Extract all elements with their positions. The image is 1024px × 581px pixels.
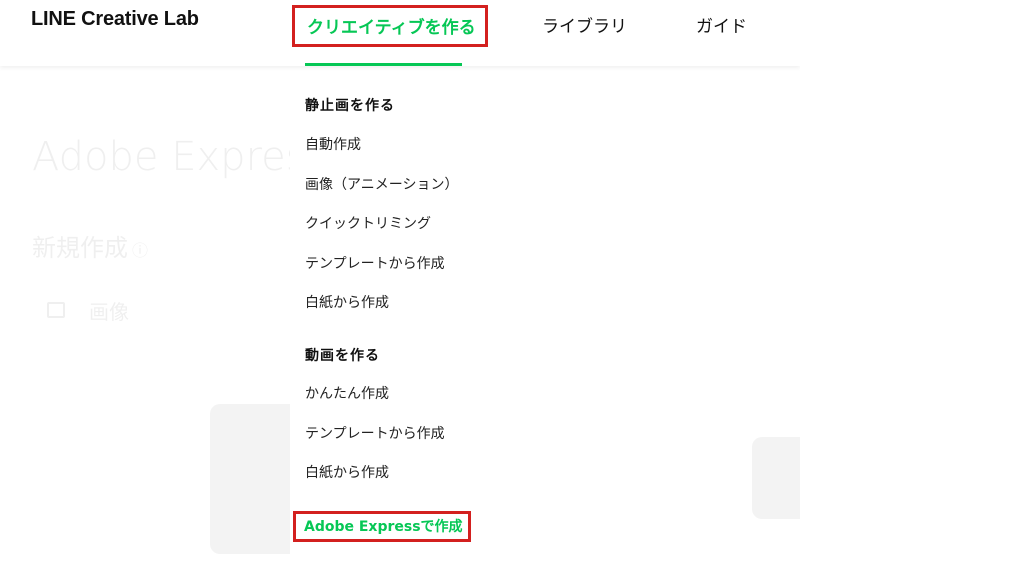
- menu-item-video-from-blank[interactable]: 白紙から作成: [305, 462, 389, 482]
- new-creation-heading: 新規作成 ⓘ: [32, 228, 148, 263]
- menu-item-auto-create[interactable]: 自動作成: [305, 134, 361, 154]
- nav-create-creative[interactable]: クリエイティブを作る: [292, 5, 488, 47]
- menu-item-from-blank[interactable]: 白紙から作成: [305, 292, 389, 312]
- page: LINE Creative Lab クリエイティブを作る ライブラリ ガイド A…: [0, 0, 800, 581]
- template-card[interactable]: [752, 437, 800, 519]
- top-header: LINE Creative Lab クリエイティブを作る ライブラリ ガイド: [0, 0, 800, 66]
- video-heading: 動画を作る: [305, 348, 380, 364]
- menu-item-animation-image[interactable]: 画像（アニメーション）: [305, 174, 458, 194]
- menu-item-adobe-express[interactable]: Adobe Expressで作成: [293, 511, 471, 542]
- new-creation-label: 新規作成: [32, 234, 128, 262]
- menu-item-video-from-template[interactable]: テンプレートから作成: [305, 423, 445, 443]
- menu-item-quick-trimming[interactable]: クイックトリミング: [305, 213, 431, 233]
- menu-item-from-template[interactable]: テンプレートから作成: [305, 253, 445, 273]
- still-image-heading: 静止画を作る: [305, 98, 395, 114]
- create-dropdown-menu: 静止画を作る 自動作成 画像（アニメーション） クイックトリミング テンプレート…: [290, 66, 490, 576]
- site-logo[interactable]: LINE Creative Lab: [31, 8, 199, 31]
- nav-library[interactable]: ライブラリ: [542, 12, 627, 37]
- menu-item-easy-create[interactable]: かんたん作成: [305, 383, 389, 403]
- image-tab-label[interactable]: 画像: [89, 296, 129, 325]
- nav-guide[interactable]: ガイド: [696, 12, 747, 37]
- active-nav-underline: [305, 63, 462, 66]
- info-icon[interactable]: ⓘ: [132, 241, 148, 260]
- image-icon: [47, 302, 65, 318]
